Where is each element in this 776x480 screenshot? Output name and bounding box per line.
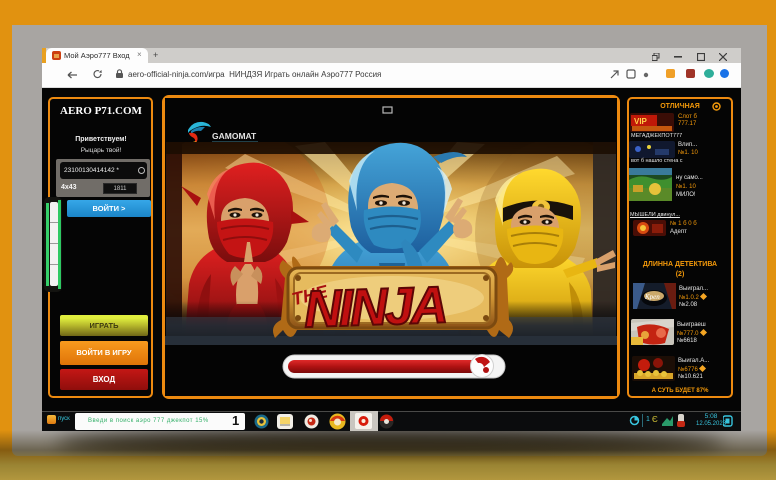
svg-text:GAMOMAT: GAMOMAT — [212, 131, 257, 141]
svg-text:VIP: VIP — [634, 117, 648, 126]
svg-text:Креп: Креп — [644, 293, 660, 301]
svg-text:NINJA: NINJA — [303, 276, 446, 339]
